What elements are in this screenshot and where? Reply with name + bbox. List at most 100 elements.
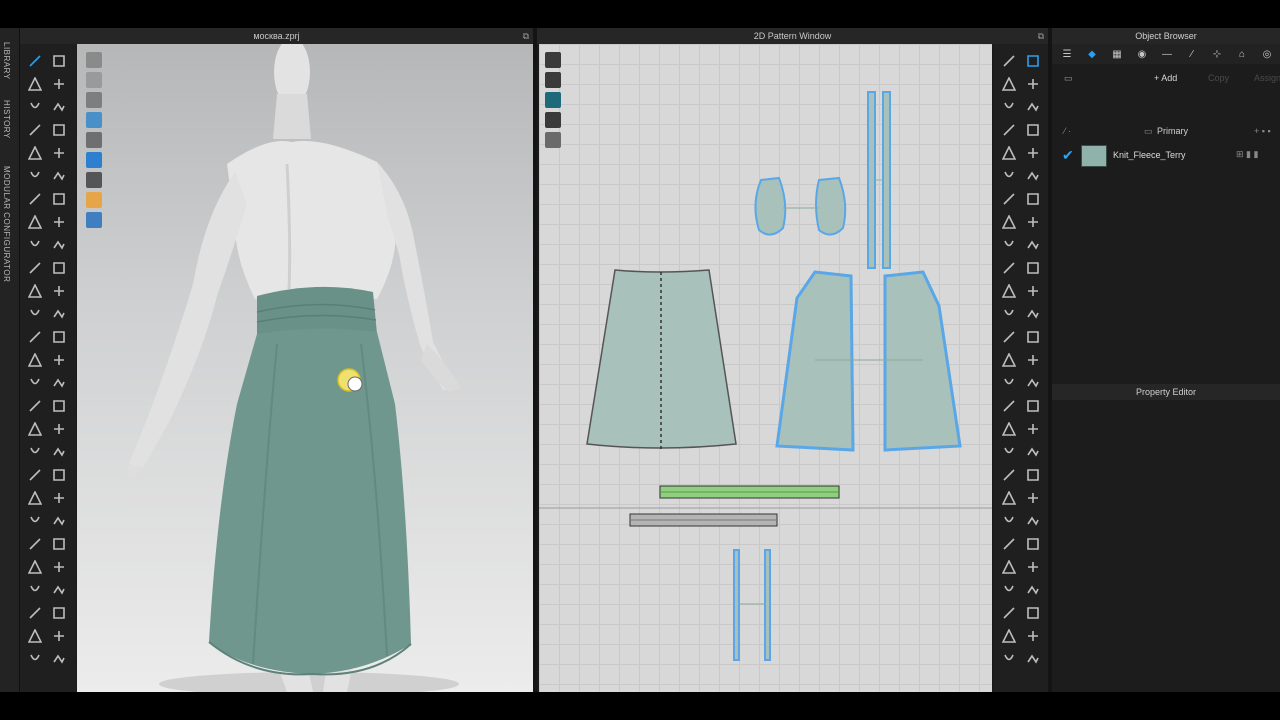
tool-icon[interactable] <box>1002 330 1016 344</box>
assign-button[interactable]: Assign <box>1254 73 1280 83</box>
tool-icon[interactable] <box>1026 583 1040 597</box>
tool-icon[interactable] <box>52 192 66 206</box>
tool-icon[interactable] <box>1026 468 1040 482</box>
tool-icon[interactable] <box>28 652 42 666</box>
tool-icon[interactable] <box>52 123 66 137</box>
tool-icon[interactable] <box>1002 422 1016 436</box>
tool-icon[interactable] <box>52 353 66 367</box>
tool-icon[interactable] <box>28 307 42 321</box>
tool-icon[interactable] <box>28 330 42 344</box>
fabric-tab-icon[interactable]: ◆ <box>1083 47 1101 61</box>
tool-icon[interactable] <box>1026 399 1040 413</box>
pen-icon[interactable]: ⁄ · <box>1064 126 1071 136</box>
tool-icon[interactable] <box>28 399 42 413</box>
tool-icon[interactable] <box>28 468 42 482</box>
tool-icon[interactable] <box>28 560 42 574</box>
tool-icon[interactable] <box>1026 54 1040 68</box>
tool-icon[interactable] <box>1026 629 1040 643</box>
skirt-garment[interactable] <box>208 286 412 676</box>
tool-icon[interactable] <box>1002 445 1016 459</box>
tool-icon[interactable] <box>1026 284 1040 298</box>
3d-viewport[interactable] <box>77 44 533 692</box>
tool-icon[interactable] <box>1002 100 1016 114</box>
tool-icon[interactable] <box>52 54 66 68</box>
folder-icon[interactable]: ▭ <box>1064 73 1073 84</box>
front-panel-piece[interactable] <box>586 269 737 450</box>
tool-icon[interactable] <box>1002 54 1016 68</box>
tool-icon[interactable] <box>28 169 42 183</box>
tool-icon[interactable] <box>1002 514 1016 528</box>
tool-icon[interactable] <box>52 422 66 436</box>
back-panel-left-piece[interactable] <box>775 270 855 452</box>
tool-icon[interactable] <box>28 629 42 643</box>
waistband-piece[interactable] <box>867 91 891 269</box>
tool-icon[interactable] <box>1026 261 1040 275</box>
binding-strip-grey[interactable] <box>629 513 778 527</box>
grid-icon[interactable]: ▦ <box>1108 47 1126 61</box>
section-options-icon[interactable]: + ▪ ▪ <box>1254 126 1271 136</box>
tool-icon[interactable] <box>28 376 42 390</box>
tool-icon[interactable] <box>52 376 66 390</box>
tool-icon[interactable] <box>1002 583 1016 597</box>
tool-icon[interactable] <box>1026 445 1040 459</box>
tool-icon[interactable] <box>1026 537 1040 551</box>
tool-icon[interactable] <box>1002 238 1016 252</box>
tool-icon[interactable] <box>52 100 66 114</box>
tool-icon[interactable] <box>52 146 66 160</box>
tool-icon[interactable] <box>28 261 42 275</box>
tool-icon[interactable] <box>1026 422 1040 436</box>
tool-icon[interactable] <box>52 238 66 252</box>
panel-divider[interactable] <box>533 28 537 692</box>
maximize-icon[interactable]: ⧉ <box>1038 28 1044 44</box>
tool-icon[interactable] <box>1002 537 1016 551</box>
tab-history[interactable]: HISTORY <box>2 100 11 139</box>
tool-icon[interactable] <box>1026 307 1040 321</box>
tool-icon[interactable] <box>28 422 42 436</box>
tool-icon[interactable] <box>52 330 66 344</box>
tool-icon[interactable] <box>52 261 66 275</box>
tool-icon[interactable] <box>1002 77 1016 91</box>
tool-icon[interactable] <box>1002 491 1016 505</box>
tool-icon[interactable] <box>1002 468 1016 482</box>
tool-icon[interactable] <box>1026 376 1040 390</box>
tool-icon[interactable] <box>52 629 66 643</box>
tool-icon[interactable] <box>28 54 42 68</box>
tool-icon[interactable] <box>1026 491 1040 505</box>
tool-icon[interactable] <box>28 353 42 367</box>
tool-icon[interactable] <box>28 123 42 137</box>
copy-button[interactable]: Copy <box>1208 73 1229 83</box>
tool-icon[interactable] <box>1026 215 1040 229</box>
tool-icon[interactable] <box>28 583 42 597</box>
tool-icon[interactable] <box>1026 146 1040 160</box>
maximize-icon[interactable]: ⧉ <box>523 28 529 44</box>
tool-icon[interactable] <box>1026 330 1040 344</box>
tool-icon[interactable] <box>52 514 66 528</box>
list-icon[interactable]: ☰ <box>1058 47 1076 61</box>
trim-icon[interactable]: ⊹ <box>1208 47 1226 61</box>
tool-icon[interactable] <box>1002 307 1016 321</box>
line-icon[interactable]: — <box>1158 47 1176 61</box>
tool-icon[interactable] <box>1002 215 1016 229</box>
tool-icon[interactable] <box>28 100 42 114</box>
tab-modular-configurator[interactable]: MODULAR CONFIGURATOR <box>2 166 11 282</box>
tool-icon[interactable] <box>1002 261 1016 275</box>
pocket-piece-right[interactable] <box>783 176 847 236</box>
tool-icon[interactable] <box>1026 77 1040 91</box>
tool-icon[interactable] <box>1002 399 1016 413</box>
tool-icon[interactable] <box>1002 146 1016 160</box>
tool-icon[interactable] <box>52 445 66 459</box>
tool-icon[interactable] <box>1002 123 1016 137</box>
tool-icon[interactable] <box>28 491 42 505</box>
drawstring-piece[interactable] <box>733 549 771 661</box>
fabric-actions-icon[interactable]: ⊞ ▮ ▮ <box>1236 149 1258 160</box>
pocket-piece-left[interactable] <box>754 176 787 236</box>
tool-icon[interactable] <box>1026 169 1040 183</box>
checkmark-icon[interactable]: ✔ <box>1062 147 1074 164</box>
tool-icon[interactable] <box>1002 192 1016 206</box>
tool-icon[interactable] <box>52 77 66 91</box>
tool-icon[interactable] <box>1026 100 1040 114</box>
tool-icon[interactable] <box>52 583 66 597</box>
tool-icon[interactable] <box>1002 652 1016 666</box>
tool-icon[interactable] <box>28 514 42 528</box>
tool-icon[interactable] <box>28 445 42 459</box>
